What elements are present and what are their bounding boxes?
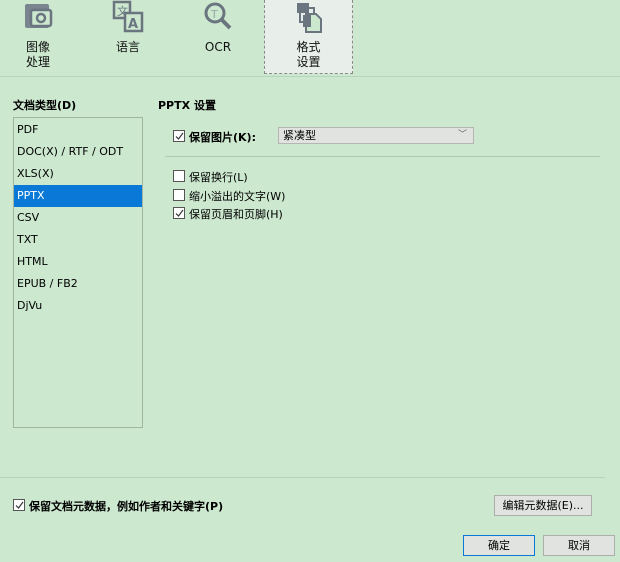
keep-header-footer-label: 保留页眉和页脚(H) (189, 208, 283, 221)
list-item[interactable]: TXT (14, 229, 142, 251)
list-item[interactable]: PDF (14, 119, 142, 141)
settings-title: PPTX 设置 (158, 99, 216, 112)
toolbar: 图像 处理 文A 语言 T OCR 格式 设置 (0, 0, 620, 77)
doc-type-list[interactable]: PDF DOC(X) / RTF / ODT XLS(X) PPTX CSV T… (13, 117, 143, 428)
list-item-selected[interactable]: PPTX (14, 185, 142, 207)
svg-text:T: T (210, 8, 218, 21)
list-item[interactable]: EPUB / FB2 (14, 273, 142, 295)
ocr-magnifier-icon: T (204, 2, 232, 30)
image-camera-icon (25, 4, 53, 28)
list-item[interactable]: XLS(X) (14, 163, 142, 185)
keep-metadata-checkbox[interactable] (13, 499, 25, 511)
tab-format-settings[interactable]: 格式 设置 (264, 0, 353, 74)
cancel-button[interactable]: 取消 (543, 535, 615, 556)
list-item[interactable]: CSV (14, 207, 142, 229)
edit-metadata-button[interactable]: 编辑元数据(E)... (494, 495, 592, 516)
doc-types-title: 文档类型(D) (13, 99, 77, 112)
shrink-overflow-text-label: 缩小溢出的文字(W) (189, 190, 286, 203)
tab-label: OCR (204, 40, 232, 54)
checkmark-icon (15, 501, 24, 509)
tab-label: 语言 (115, 40, 140, 54)
select-value: 紧凑型 (283, 129, 316, 142)
shrink-overflow-text-checkbox[interactable] (173, 189, 185, 201)
divider (0, 477, 605, 478)
tab-label: 格式 (296, 40, 321, 54)
language-icon: 文A (112, 0, 144, 33)
tab-image-processing[interactable]: 图像 处理 (0, 0, 76, 74)
tab-label: 处理 (25, 55, 50, 69)
tab-ocr[interactable]: T OCR (190, 0, 246, 74)
list-item[interactable]: HTML (14, 251, 142, 273)
keep-header-footer-checkbox[interactable] (173, 207, 185, 219)
keep-line-breaks-checkbox[interactable] (173, 170, 185, 182)
divider (165, 156, 600, 157)
chevron-down-icon: ﹀ (457, 130, 467, 140)
checkmark-icon (175, 132, 184, 140)
keep-images-label: 保留图片(K): (189, 131, 256, 144)
keep-line-breaks-label: 保留换行(L) (189, 171, 248, 184)
list-item[interactable]: DjVu (14, 295, 142, 317)
tab-language[interactable]: 文A 语言 (98, 0, 158, 74)
keep-images-checkbox[interactable] (173, 130, 185, 142)
keep-images-select[interactable]: 紧凑型 ﹀ (278, 127, 474, 144)
svg-text:A: A (128, 17, 138, 32)
format-settings-icon (296, 3, 322, 33)
ok-button[interactable]: 确定 (463, 535, 535, 556)
keep-metadata-label: 保留文档元数据，例如作者和关键字(P) (29, 500, 224, 513)
tab-label: 设置 (296, 55, 321, 69)
tab-label: 图像 (25, 40, 50, 54)
list-item[interactable]: DOC(X) / RTF / ODT (14, 141, 142, 163)
checkmark-icon (175, 209, 184, 217)
